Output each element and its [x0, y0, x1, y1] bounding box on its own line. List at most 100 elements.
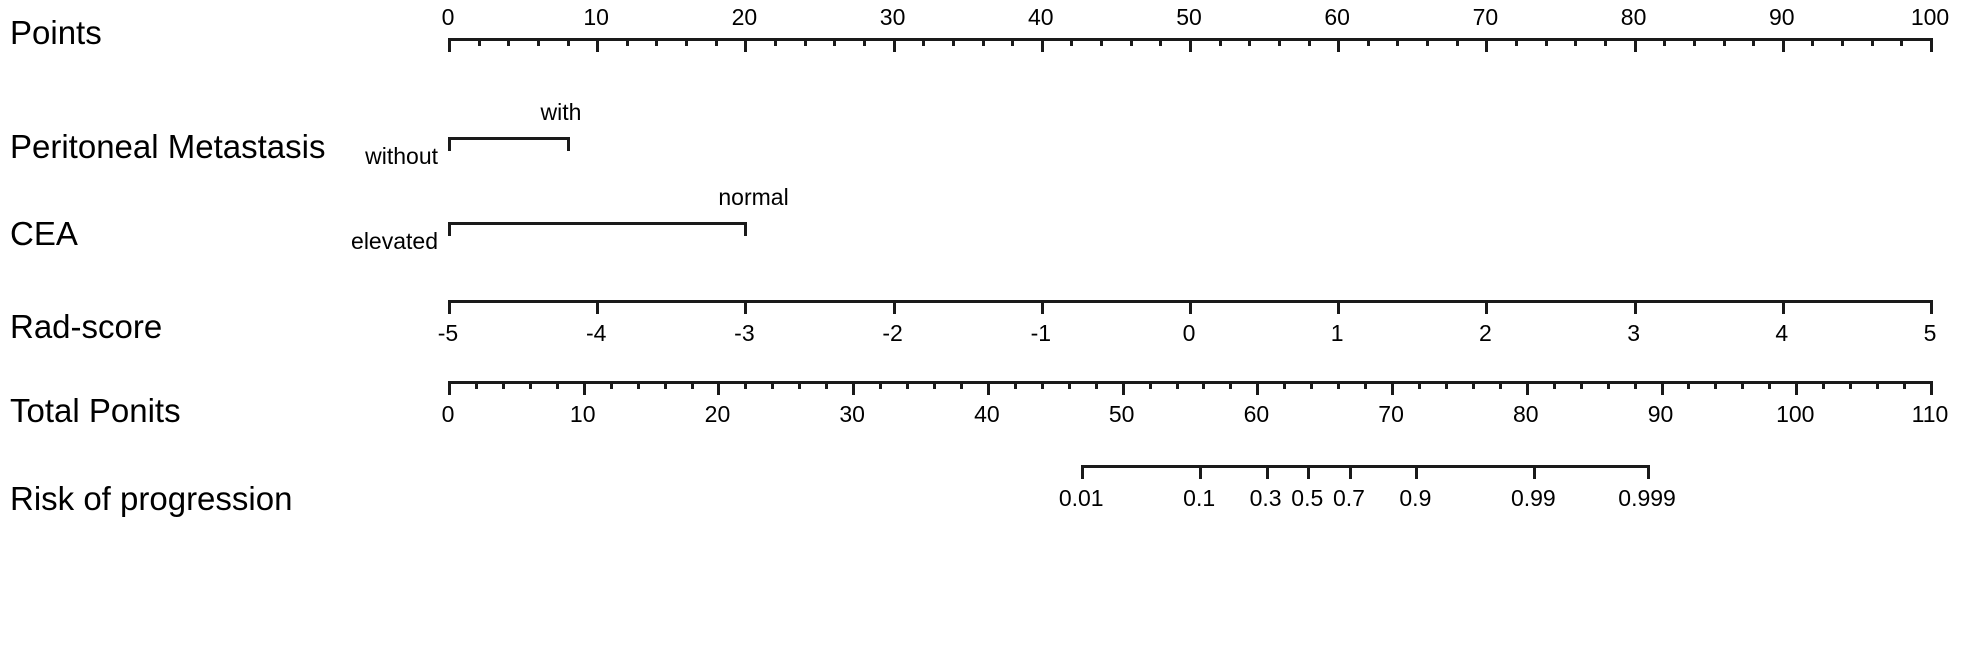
major-tick-rad-score: [1781, 300, 1785, 314]
minor-tick-points: [1722, 38, 1726, 46]
minor-tick-total-ponits: [1687, 381, 1691, 389]
row-label-points: Points: [10, 14, 102, 51]
major-tick-rad-score: [1337, 300, 1341, 314]
minor-tick-total-ponits: [474, 381, 478, 389]
major-tick-points: [448, 38, 451, 52]
minor-tick-total-ponits: [1229, 381, 1233, 389]
minor-tick-total-ponits: [555, 381, 559, 389]
minor-tick-total-ponits: [1579, 381, 1583, 389]
minor-tick-total-ponits: [1606, 381, 1610, 389]
minor-tick-total-ponits: [1876, 381, 1880, 389]
minor-tick-total-ponits: [879, 381, 883, 389]
tick-label-rad-score: 1: [1330, 320, 1344, 346]
minor-tick-points: [1011, 38, 1015, 46]
minor-tick-total-ponits: [1013, 381, 1017, 389]
tick-label-points: 30: [879, 4, 906, 30]
minor-tick-points: [1870, 38, 1874, 46]
minor-tick-points: [862, 38, 866, 46]
major-tick-rad-score: [1040, 300, 1044, 314]
row-label-total-ponits: Total Ponits: [10, 392, 181, 429]
tick-label-total-ponits: 30: [839, 401, 865, 427]
tick-peritoneal-without: [448, 137, 451, 151]
minor-tick-points: [1366, 38, 1370, 46]
minor-tick-points: [1307, 38, 1311, 46]
row-label-rad-score: Rad-score: [10, 308, 163, 345]
tick-label-points: 20: [731, 4, 758, 30]
tick-label-total-ponits: 110: [1911, 401, 1949, 427]
minor-tick-points: [1159, 38, 1163, 46]
minor-tick-total-ponits: [1202, 381, 1206, 389]
major-tick-points: [596, 38, 600, 52]
cat-label-cea-normal: normal: [718, 184, 789, 210]
tick-label-total-ponits: 90: [1647, 401, 1674, 427]
minor-tick-total-ponits: [1552, 381, 1556, 389]
minor-tick-total-ponits: [1471, 381, 1475, 389]
tick-label-total-ponits: 100: [1776, 401, 1815, 427]
tick-label-total-ponits: 70: [1378, 401, 1404, 427]
major-tick-points: [1189, 38, 1192, 52]
tick-label-rad-score: -5: [437, 320, 459, 346]
minor-tick-points: [1070, 38, 1074, 46]
minor-tick-total-ponits: [825, 381, 829, 389]
major-tick-total-ponits: [1121, 381, 1125, 395]
tick-label-risk-of-progression: 0.999: [1618, 485, 1676, 511]
minor-tick-points: [1663, 38, 1667, 46]
minor-tick-total-ponits: [1633, 381, 1637, 389]
minor-tick-total-ponits: [1067, 381, 1071, 389]
tick-label-rad-score: 3: [1627, 320, 1640, 346]
major-tick-total-ponits: [1256, 381, 1260, 395]
minor-tick-points: [1129, 38, 1133, 46]
tick-label-rad-score: -2: [882, 320, 903, 346]
minor-tick-points: [1455, 38, 1459, 46]
minor-tick-points: [566, 38, 570, 46]
tick-label-total-ponits: 20: [704, 401, 731, 427]
major-tick-risk-of-progression: [1647, 465, 1651, 479]
major-tick-points: [1485, 38, 1489, 52]
tick-label-total-ponits: 80: [1513, 401, 1539, 427]
minor-tick-total-ponits: [636, 381, 640, 389]
tick-label-risk-of-progression: 0.01: [1058, 485, 1104, 511]
major-tick-points: [744, 38, 748, 52]
axis-line-peritoneal-metastasis: [448, 137, 570, 140]
tick-label-points: 10: [583, 4, 609, 30]
major-tick-points: [1040, 38, 1044, 52]
tick-label-points: 70: [1472, 4, 1499, 30]
minor-tick-total-ponits: [528, 381, 532, 389]
tick-label-points: 40: [1028, 4, 1054, 30]
tick-label-rad-score: 2: [1478, 320, 1492, 346]
tick-label-rad-score: -3: [734, 320, 755, 346]
row-label-peritoneal-metastasis: Peritoneal Metastasis: [10, 128, 326, 165]
minor-tick-total-ponits: [690, 381, 694, 389]
major-tick-rad-score: [1633, 300, 1637, 314]
axis-line-cea: [448, 222, 748, 225]
major-tick-total-ponits: [582, 381, 586, 395]
minor-tick-total-ponits: [1175, 381, 1179, 389]
major-tick-points: [1930, 38, 1933, 52]
minor-tick-total-ponits: [771, 381, 775, 389]
tick-label-total-ponits: 40: [974, 401, 1000, 427]
tick-label-total-ponits: 60: [1243, 401, 1270, 427]
tick-label-points: 50: [1176, 4, 1202, 30]
minor-tick-total-ponits: [663, 381, 667, 389]
tick-label-rad-score: -1: [1030, 320, 1052, 346]
major-tick-risk-of-progression: [1265, 465, 1269, 479]
minor-tick-total-ponits: [1283, 381, 1287, 389]
minor-tick-points: [1248, 38, 1252, 46]
major-tick-points: [1781, 38, 1785, 52]
minor-tick-points: [1603, 38, 1607, 46]
minor-tick-points: [1574, 38, 1578, 46]
minor-tick-total-ponits: [1444, 381, 1448, 389]
minor-tick-points: [833, 38, 837, 46]
cat-label-peritoneal-with: with: [540, 99, 582, 125]
major-tick-total-ponits: [986, 381, 990, 395]
tick-label-rad-score: -4: [585, 320, 607, 346]
minor-tick-points: [1692, 38, 1696, 46]
major-tick-rad-score: [1485, 300, 1489, 314]
minor-tick-total-ponits: [1040, 381, 1044, 389]
minor-tick-total-ponits: [1337, 381, 1341, 389]
cat-label-cea-elevated: elevated: [351, 228, 438, 254]
minor-tick-total-ponits: [1310, 381, 1314, 389]
major-tick-risk-of-progression: [1415, 465, 1419, 479]
minor-tick-points: [922, 38, 926, 46]
minor-tick-total-ponits: [1364, 381, 1368, 389]
